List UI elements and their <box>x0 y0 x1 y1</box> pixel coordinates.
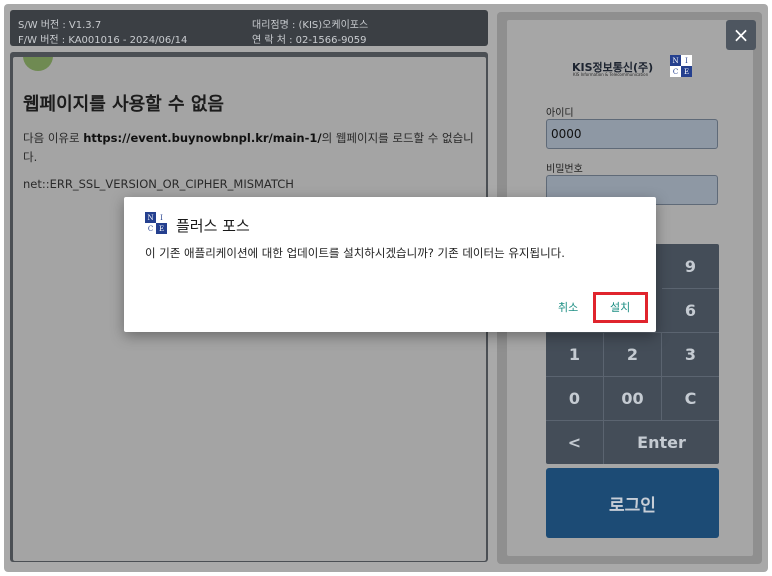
id-input[interactable]: 0000 <box>546 119 718 149</box>
nice-logo-e: E <box>683 67 690 76</box>
cancel-button[interactable]: 취소 <box>558 299 578 315</box>
nice-logo-i: I <box>681 55 692 66</box>
app-icon-e: E <box>158 224 165 233</box>
key-backspace[interactable]: < <box>546 420 604 464</box>
error-url: https://event.buynowbnpl.kr/main-1/ <box>83 131 322 145</box>
close-icon: × <box>732 23 750 47</box>
password-label: 비밀번호 <box>546 164 583 175</box>
key-2[interactable]: 2 <box>604 332 662 376</box>
error-title: 웹페이지를 사용할 수 없음 <box>23 94 224 115</box>
id-label: 아이디 <box>546 108 574 119</box>
key-3[interactable]: 3 <box>662 332 719 376</box>
contact-number: 연 락 처 : 02-1566-9059 <box>252 35 367 46</box>
key-1[interactable]: 1 <box>546 332 604 376</box>
key-enter[interactable]: Enter <box>604 420 719 464</box>
fw-version: F/W 버전 : KA001016 - 2024/06/14 <box>18 35 188 46</box>
company-logo-subtitle: KIS Information & Telecommunication <box>573 72 649 77</box>
dialog-message: 이 기존 애플리케이션에 대한 업데이트를 설치하시겠습니까? 기존 데이터는 … <box>145 246 565 260</box>
error-message-prefix: 다음 이유로 <box>23 131 84 145</box>
key-0[interactable]: 0 <box>546 376 604 420</box>
login-button[interactable]: 로그인 <box>546 468 719 538</box>
nice-logo-c: C <box>670 66 681 77</box>
nice-logo-n: N <box>672 56 679 65</box>
dialog-title: 플러스 포스 <box>176 217 250 235</box>
update-dialog: N I C E 플러스 포스 이 기존 애플리케이션에 대한 업데이트를 설치하… <box>124 197 656 332</box>
nice-logo: N I C E <box>670 55 692 77</box>
device-info-bar: S/W 버전 : V1.3.7 F/W 버전 : KA001016 - 2024… <box>10 10 488 46</box>
error-code: net::ERR_SSL_VERSION_OR_CIPHER_MISMATCH <box>23 177 294 191</box>
app-icon: N I C E <box>145 212 167 234</box>
android-icon <box>23 57 53 71</box>
error-message: 다음 이유로 https://event.buynowbnpl.kr/main-… <box>23 129 478 167</box>
key-00[interactable]: 00 <box>604 376 662 420</box>
key-9[interactable]: 9 <box>662 244 719 288</box>
key-clear[interactable]: C <box>662 376 719 420</box>
sw-version: S/W 버전 : V1.3.7 <box>18 20 102 31</box>
app-icon-i: I <box>156 212 167 223</box>
app-icon-n: N <box>147 213 154 222</box>
key-6[interactable]: 6 <box>662 288 719 332</box>
install-highlight-box <box>593 292 648 323</box>
app-icon-c: C <box>145 223 156 234</box>
agency-name: 대리점명 : (KIS)오케이포스 <box>252 20 369 31</box>
close-button[interactable]: × <box>726 20 756 50</box>
